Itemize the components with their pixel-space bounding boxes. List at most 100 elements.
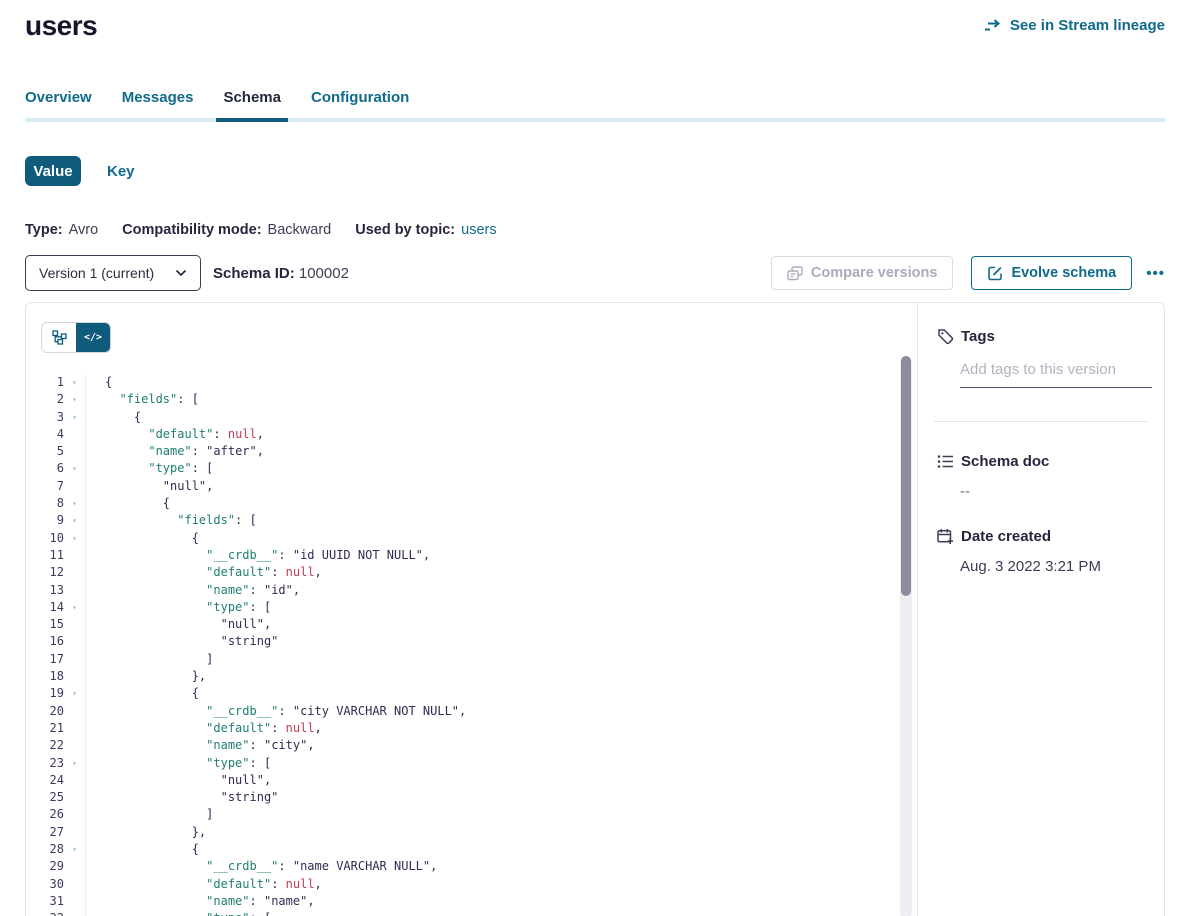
- tree-view-button[interactable]: [42, 323, 76, 352]
- compare-versions-label: Compare versions: [811, 265, 938, 281]
- line-number: 14: [26, 599, 64, 616]
- edit-icon: [987, 265, 1003, 281]
- scrollbar-thumb[interactable]: [901, 356, 911, 596]
- page-header: users See in Stream lineage: [25, 10, 1165, 42]
- line-number: 31: [26, 893, 64, 910]
- type-value: Avro: [69, 222, 99, 238]
- fold-spacer: [64, 443, 86, 460]
- date-created-section-header: Date created: [937, 528, 1148, 545]
- code-line: 32▾ "type": [: [26, 910, 917, 916]
- tab-bar-underline: [25, 118, 1165, 122]
- version-select[interactable]: Version 1 (current): [25, 255, 201, 291]
- code-line: 1▾{: [26, 374, 917, 391]
- code-line: 13 "name": "id",: [26, 582, 917, 599]
- tab-schema[interactable]: Schema: [223, 89, 281, 122]
- key-tab-button[interactable]: Key: [107, 163, 135, 180]
- fold-spacer: [64, 426, 86, 443]
- fold-spacer: [64, 616, 86, 633]
- used-by-topic-link[interactable]: users: [461, 222, 496, 238]
- code-line: 18 },: [26, 668, 917, 685]
- code-line: 6▾ "type": [: [26, 460, 917, 477]
- fold-toggle-icon[interactable]: ▾: [64, 599, 86, 616]
- schema-id-value: 100002: [299, 265, 349, 282]
- line-number: 25: [26, 789, 64, 806]
- chevron-down-icon: [175, 269, 187, 277]
- code-text: {: [86, 841, 199, 858]
- schema-sidebar: Tags Schema doc --: [917, 303, 1164, 916]
- code-text: "null",: [86, 772, 271, 789]
- code-text: "default": null,: [86, 876, 322, 893]
- line-number: 6: [26, 460, 64, 477]
- compatibility-value: Backward: [268, 222, 332, 238]
- fold-toggle-icon[interactable]: ▾: [64, 512, 86, 529]
- fold-toggle-icon[interactable]: ▾: [64, 374, 86, 391]
- line-number: 15: [26, 616, 64, 633]
- code-view-button[interactable]: </>: [76, 323, 110, 352]
- scrollbar-track[interactable]: [900, 356, 912, 916]
- line-number: 18: [26, 668, 64, 685]
- value-tab-button[interactable]: Value: [25, 156, 81, 186]
- page-title: users: [25, 10, 97, 42]
- version-select-value: Version 1 (current): [39, 265, 154, 281]
- tags-title: Tags: [961, 328, 995, 345]
- fold-toggle-icon[interactable]: ▾: [64, 391, 86, 408]
- code-text: ]: [86, 806, 213, 823]
- fold-spacer: [64, 582, 86, 599]
- line-number: 24: [26, 772, 64, 789]
- code-text: "fields": [: [86, 512, 257, 529]
- add-tags-input[interactable]: [960, 361, 1152, 388]
- code-line: 21 "default": null,: [26, 720, 917, 737]
- line-number: 11: [26, 547, 64, 564]
- code-section: </> 1▾{2▾ "fields": [3▾ {4 "default": nu…: [26, 303, 917, 916]
- evolve-schema-button[interactable]: Evolve schema: [971, 256, 1132, 290]
- code-line: 14▾ "type": [: [26, 599, 917, 616]
- code-text: "name": "city",: [86, 737, 315, 754]
- code-editor[interactable]: 1▾{2▾ "fields": [3▾ {4 "default": null,5…: [26, 374, 917, 916]
- code-line: 27 },: [26, 824, 917, 841]
- tab-messages[interactable]: Messages: [122, 89, 194, 122]
- line-number: 26: [26, 806, 64, 823]
- fold-toggle-icon[interactable]: ▾: [64, 460, 86, 477]
- code-text: "name": "id",: [86, 582, 300, 599]
- code-line: 2▾ "fields": [: [26, 391, 917, 408]
- stream-lineage-link[interactable]: See in Stream lineage: [984, 17, 1165, 34]
- code-text: ]: [86, 651, 213, 668]
- type-pair: Type: Avro: [25, 222, 98, 238]
- line-number: 2: [26, 391, 64, 408]
- list-icon: [937, 454, 954, 469]
- fold-spacer: [64, 876, 86, 893]
- code-line: 12 "default": null,: [26, 564, 917, 581]
- code-line: 4 "default": null,: [26, 426, 917, 443]
- sidebar-divider: [934, 421, 1148, 422]
- fold-spacer: [64, 789, 86, 806]
- code-text: "name": "after",: [86, 443, 264, 460]
- tab-configuration[interactable]: Configuration: [311, 89, 409, 122]
- line-number: 12: [26, 564, 64, 581]
- code-text: "default": null,: [86, 720, 322, 737]
- fold-spacer: [64, 737, 86, 754]
- code-line: 30 "default": null,: [26, 876, 917, 893]
- fold-toggle-icon[interactable]: ▾: [64, 685, 86, 702]
- code-text: },: [86, 824, 206, 841]
- compare-versions-button[interactable]: Compare versions: [771, 256, 954, 290]
- tab-overview[interactable]: Overview: [25, 89, 92, 122]
- fold-spacer: [64, 703, 86, 720]
- fold-toggle-icon[interactable]: ▾: [64, 755, 86, 772]
- line-number: 19: [26, 685, 64, 702]
- line-number: 5: [26, 443, 64, 460]
- compatibility-label: Compatibility mode:: [122, 222, 261, 238]
- fold-toggle-icon[interactable]: ▾: [64, 841, 86, 858]
- code-text: "default": null,: [86, 564, 322, 581]
- fold-toggle-icon[interactable]: ▾: [64, 495, 86, 512]
- code-line: 10▾ {: [26, 530, 917, 547]
- code-line: 25 "string": [26, 789, 917, 806]
- code-text: "null",: [86, 478, 213, 495]
- code-line: 29 "__crdb__": "name VARCHAR NULL",: [26, 858, 917, 875]
- fold-toggle-icon[interactable]: ▾: [64, 910, 86, 916]
- date-created-value: Aug. 3 2022 3:21 PM: [960, 558, 1148, 575]
- more-actions-button[interactable]: •••: [1146, 265, 1165, 282]
- line-number: 8: [26, 495, 64, 512]
- fold-toggle-icon[interactable]: ▾: [64, 530, 86, 547]
- code-line: 9▾ "fields": [: [26, 512, 917, 529]
- fold-toggle-icon[interactable]: ▾: [64, 409, 86, 426]
